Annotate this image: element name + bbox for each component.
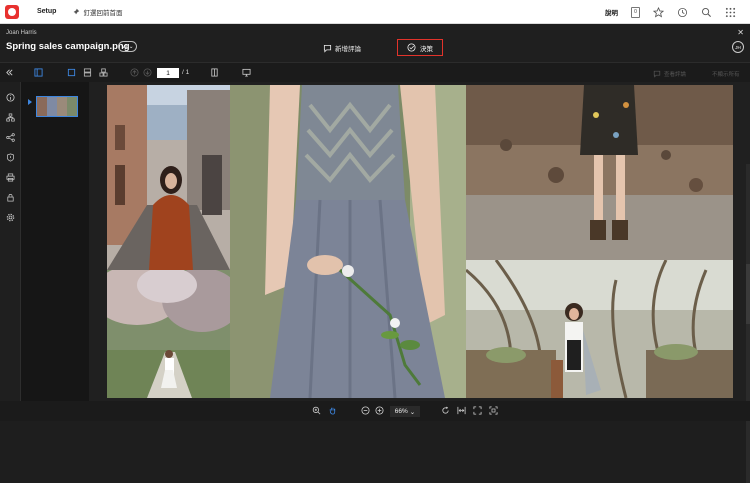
previous-page-icon[interactable] — [129, 67, 140, 78]
print-icon[interactable] — [5, 172, 15, 182]
avatar-initials: JH — [735, 44, 741, 50]
history-icon[interactable] — [677, 7, 688, 18]
comment-icon — [653, 70, 661, 78]
hand-icon[interactable] — [327, 405, 338, 416]
thumbnail-panel — [21, 82, 107, 401]
park-photo — [107, 270, 230, 398]
notifications-count: 0 — [634, 9, 637, 15]
file-name: Spring sales campaign.png — [6, 41, 130, 52]
rocky-ground-photo — [466, 85, 733, 260]
share-icon[interactable] — [5, 132, 15, 142]
zoom-level-value: 66% — [394, 408, 408, 415]
star-icon[interactable] — [653, 6, 664, 18]
next-page-icon[interactable] — [142, 67, 153, 78]
info-icon[interactable] — [5, 92, 15, 102]
hide-comments-label: 不顯示所有 — [712, 72, 740, 78]
comment-icon — [323, 44, 332, 53]
decision-button[interactable]: 決策 — [397, 39, 443, 56]
dress-photo — [230, 85, 466, 398]
setup-tab[interactable]: Setup — [37, 8, 56, 15]
fit-page-icon[interactable] — [488, 405, 499, 416]
page-thumbnail[interactable] — [36, 96, 78, 117]
page-number-input[interactable]: 1 — [157, 68, 179, 78]
pinned-label: 釘選回前首面 — [83, 9, 123, 17]
app-logo-icon[interactable] — [5, 4, 19, 19]
chevron-down-icon: ⌄ — [409, 408, 416, 416]
presentation-icon[interactable] — [241, 67, 252, 78]
scrollbar-thumb[interactable] — [746, 264, 750, 324]
close-icon[interactable]: ✕ — [737, 28, 744, 37]
view-comments-toggle[interactable]: 查看評論 — [653, 70, 686, 78]
top-navigation-bar: Setup 釘選回前首面 說明 0 — [0, 0, 750, 24]
zoom-toolbar: 66% ⌄ — [0, 401, 750, 421]
avatar[interactable]: JH — [732, 41, 744, 53]
current-page-indicator — [28, 99, 32, 105]
street-photo — [107, 85, 230, 270]
version-dropdown[interactable]: v1 ⌄ — [118, 41, 138, 52]
settings-icon[interactable] — [5, 212, 15, 222]
pinned-link[interactable]: 釘選回前首面 — [72, 7, 122, 17]
add-comment-label: 新增評論 — [335, 46, 361, 53]
chevron-down-icon: ⌄ — [128, 43, 134, 50]
compare-view-icon[interactable] — [98, 67, 109, 78]
hide-comments-toggle[interactable]: 不顯示所有 — [712, 70, 740, 78]
check-circle-icon — [407, 43, 416, 52]
zoom-plus-icon[interactable] — [374, 405, 385, 416]
search-icon[interactable] — [701, 7, 712, 18]
vertical-scrollbar[interactable] — [746, 164, 750, 483]
zoom-level-dropdown[interactable]: 66% ⌄ — [390, 406, 420, 417]
viewer-toolbar: 1 / 1 查看評論 不顯示所有 — [0, 62, 750, 82]
apps-grid-icon[interactable] — [725, 7, 736, 18]
decision-label: 決策 — [420, 45, 433, 53]
fit-width-icon[interactable] — [456, 405, 467, 416]
version-label: v1 — [122, 43, 128, 50]
greenhouse-photo — [466, 260, 733, 398]
notifications-icon[interactable]: 0 — [631, 6, 640, 18]
view-comments-label: 查看評論 — [664, 72, 687, 78]
fullscreen-icon[interactable] — [472, 405, 483, 416]
two-page-view-icon[interactable] — [82, 67, 93, 78]
zoom-out-icon[interactable] — [360, 405, 371, 416]
zoom-in-icon[interactable] — [311, 405, 322, 416]
single-page-view-icon[interactable] — [66, 67, 77, 78]
add-comment-button[interactable]: 新增評論 — [323, 43, 361, 53]
pin-icon — [73, 8, 80, 15]
rotate-icon[interactable] — [440, 405, 451, 416]
document-canvas[interactable] — [89, 82, 750, 483]
left-sidebar — [0, 82, 21, 421]
thumbnail-panel-icon[interactable] — [33, 67, 44, 78]
page-total: / 1 — [182, 69, 190, 76]
file-owner: Joan Harris — [6, 30, 37, 36]
collapse-icon[interactable] — [4, 67, 15, 78]
file-header: Joan Harris Spring sales campaign.png v1… — [0, 24, 750, 62]
lock-icon[interactable] — [5, 192, 15, 202]
shield-icon[interactable] — [5, 152, 15, 162]
help-link[interactable]: 說明 — [605, 7, 618, 17]
page-layout-icon[interactable] — [209, 67, 220, 78]
workflow-icon[interactable] — [5, 112, 15, 122]
